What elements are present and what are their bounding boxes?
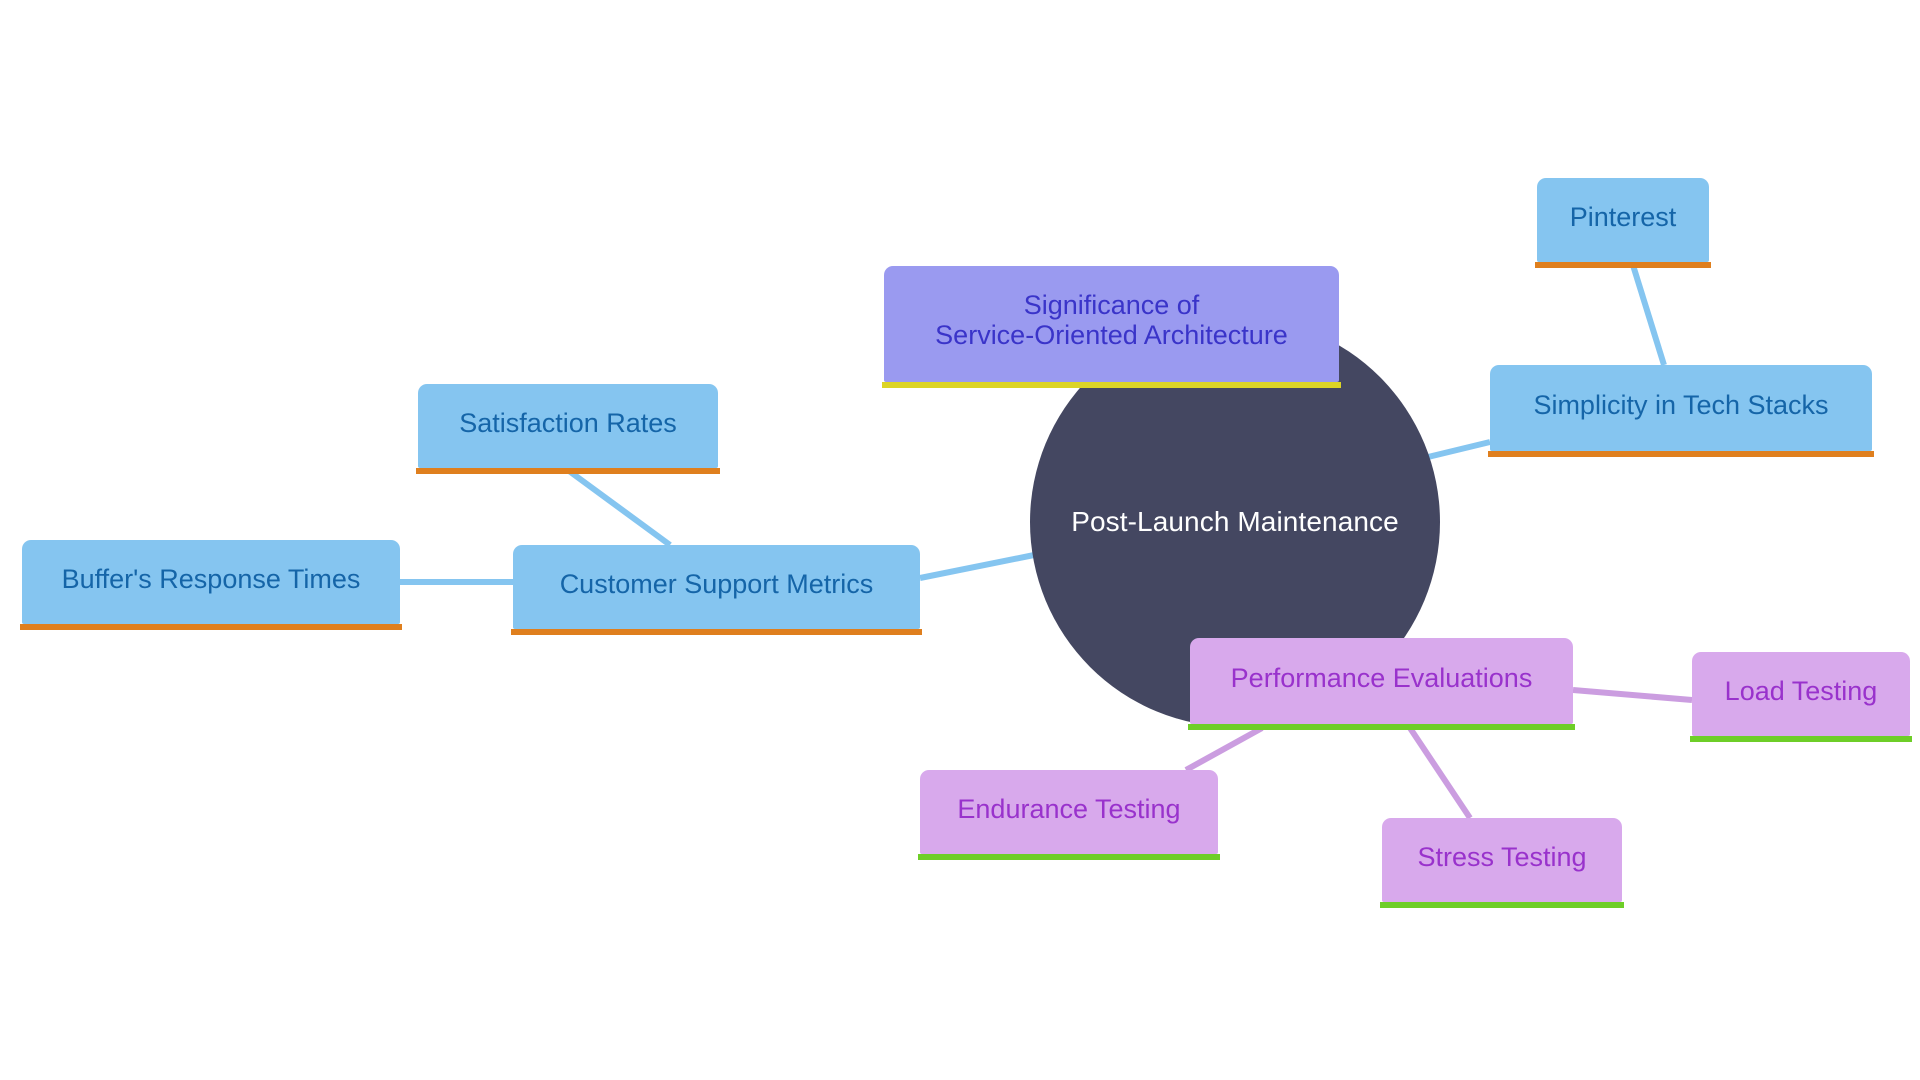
node-label-simplicity-in-tech-stacks: Simplicity in Tech Stacks	[1533, 389, 1829, 420]
node-significance-of-soa[interactable]: Significance of Service-Oriented Archite…	[882, 266, 1341, 388]
node-customer-support-metrics[interactable]: Customer Support Metrics	[511, 545, 922, 635]
node-satisfaction-rates[interactable]: Satisfaction Rates	[416, 384, 720, 474]
node-performance-evaluations[interactable]: Performance Evaluations	[1188, 638, 1575, 730]
node-label-pinterest: Pinterest	[1569, 201, 1677, 232]
mind-map-canvas: Post-Launch Maintenance Significance of S…	[0, 0, 1920, 1080]
root-node-label: Post-Launch Maintenance	[1071, 506, 1399, 537]
node-accent-bar-performance-evaluations	[1188, 724, 1575, 730]
edge-simplicity-in-tech-stacks-to-pinterest	[1629, 261, 1667, 366]
node-stress-testing[interactable]: Stress Testing	[1380, 818, 1624, 908]
node-buffers-response-times[interactable]: Buffer's Response Times	[20, 540, 402, 630]
edge-performance-evaluations-to-endurance-testing	[1184, 725, 1264, 773]
node-label-load-testing: Load Testing	[1724, 675, 1878, 706]
node-pinterest[interactable]: Pinterest	[1535, 178, 1711, 268]
node-label-satisfaction-rates: Satisfaction Rates	[459, 407, 677, 438]
node-label-endurance-testing: Endurance Testing	[957, 793, 1181, 824]
node-simplicity-in-tech-stacks[interactable]: Simplicity in Tech Stacks	[1488, 365, 1874, 457]
node-accent-bar-simplicity-in-tech-stacks	[1488, 451, 1874, 457]
node-label-performance-evaluations: Performance Evaluations	[1230, 662, 1533, 693]
node-accent-bar-pinterest	[1535, 262, 1711, 268]
node-load-testing[interactable]: Load Testing	[1690, 652, 1912, 742]
node-accent-bar-satisfaction-rates	[416, 468, 720, 474]
edge-performance-evaluations-to-load-testing	[1572, 687, 1693, 703]
node-accent-bar-endurance-testing	[918, 854, 1220, 860]
node-accent-bar-stress-testing	[1380, 902, 1624, 908]
node-label-buffers-response-times: Buffer's Response Times	[61, 563, 361, 594]
node-label-customer-support-metrics: Customer Support Metrics	[559, 568, 874, 599]
node-accent-bar-customer-support-metrics	[511, 629, 922, 635]
edge-customer-support-metrics-to-satisfaction-rates	[563, 465, 672, 548]
edge-performance-evaluations-to-stress-testing	[1407, 726, 1473, 820]
edge-root-to-simplicity-in-tech-stacks	[1427, 439, 1491, 460]
node-accent-bar-load-testing	[1690, 736, 1912, 742]
node-accent-bar-buffers-response-times	[20, 624, 402, 630]
node-label-stress-testing: Stress Testing	[1417, 841, 1587, 872]
node-label-significance-of-soa: Significance of Service-Oriented Archite…	[935, 289, 1288, 350]
node-accent-bar-significance-of-soa	[882, 382, 1341, 388]
edge-root-to-customer-support-metrics	[919, 550, 1045, 581]
node-endurance-testing[interactable]: Endurance Testing	[918, 770, 1220, 860]
